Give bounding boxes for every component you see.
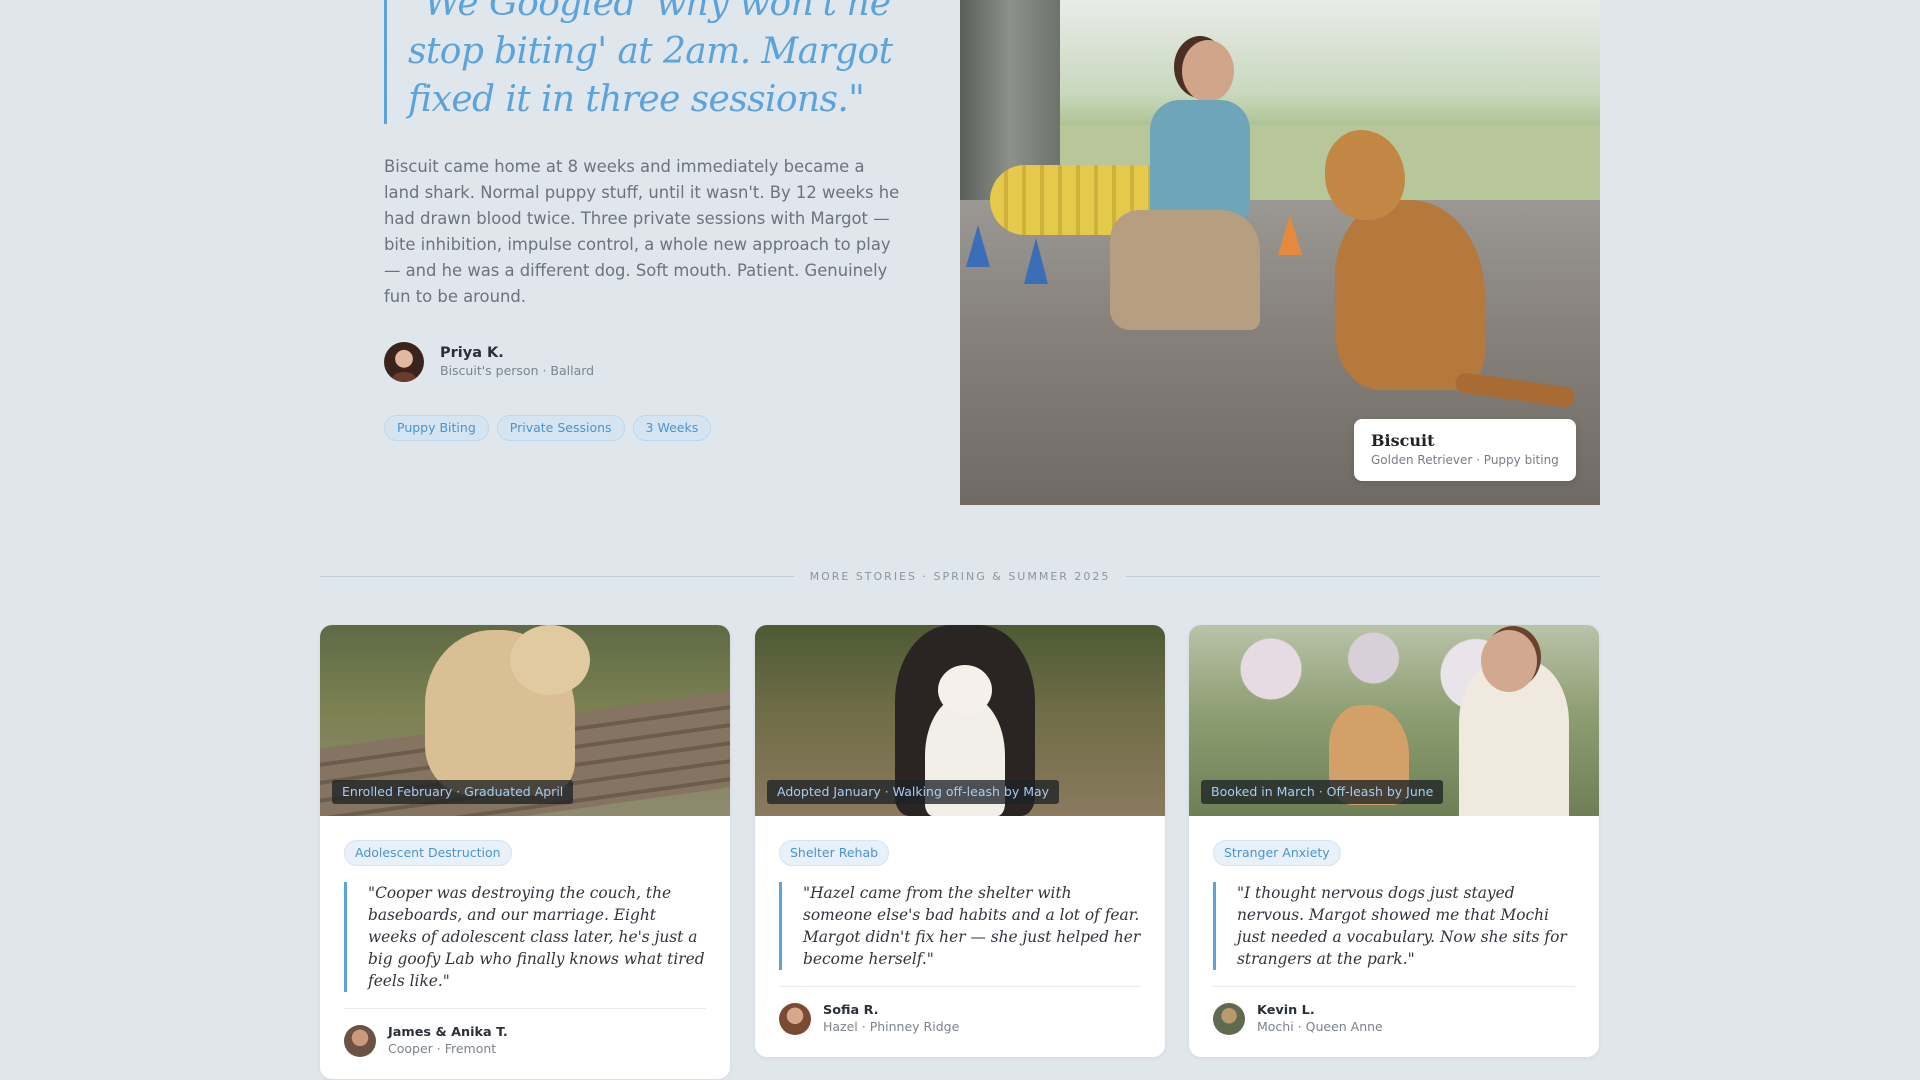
card-author-subtitle: Cooper · Fremont	[388, 1041, 497, 1056]
avatar	[779, 1003, 811, 1035]
featured-author-meta: Priya K. Biscuit's person · Ballard	[440, 344, 594, 380]
section-divider: MORE STORIES · SPRING & SUMMER 2025	[320, 568, 1600, 584]
labrador-head	[510, 625, 590, 695]
divider-line	[320, 575, 794, 577]
card-author-meta: Kevin L. Mochi · Queen Anne	[1257, 1003, 1383, 1035]
trainer-figure	[1110, 40, 1280, 370]
card-author: Sofia R. Hazel · Phinney Ridge	[779, 1003, 1141, 1035]
trainer-shirt	[1150, 100, 1250, 220]
tag-private-sessions[interactable]: Private Sessions	[496, 415, 625, 441]
featured-story-body: Biscuit came home at 8 weeks and immedia…	[384, 157, 900, 306]
card-content: Adolescent Destruction "Cooper was destr…	[320, 816, 730, 1079]
card-author-subtitle: Hazel · Phinney Ridge	[823, 1019, 960, 1034]
featured-author: Priya K. Biscuit's person · Ballard	[384, 342, 594, 382]
golden-retriever-figure	[1315, 130, 1576, 409]
trainer-head	[1182, 40, 1234, 102]
tag-3-weeks[interactable]: 3 Weeks	[632, 415, 712, 441]
avatar	[344, 1025, 376, 1057]
card-timeline-badge: Booked in March · Off-leash by June	[1201, 780, 1444, 804]
card-content: Stranger Anxiety "I thought nervous dogs…	[1189, 816, 1599, 1057]
card-author-meta: James & Anika T. Cooper · Fremont	[388, 1025, 508, 1057]
card-timeline-badge: Adopted January · Walking off-leash by M…	[767, 780, 1060, 804]
divider-line	[1126, 575, 1600, 577]
card-tag[interactable]: Adolescent Destruction	[344, 840, 512, 866]
card-quote: "Hazel came from the shelter with someon…	[779, 882, 1141, 970]
photo-caption-subtitle: Golden Retriever · Puppy biting	[1371, 453, 1559, 467]
avatar	[1213, 1003, 1245, 1035]
featured-author-subtitle: Biscuit's person · Ballard	[440, 363, 595, 378]
featured-author-name: Priya K.	[440, 345, 504, 361]
card-timeline-badge: Enrolled February · Graduated April	[332, 780, 574, 804]
cone-icon	[1278, 215, 1302, 255]
dog-body	[1335, 200, 1485, 390]
story-card-mochi[interactable]: Booked in March · Off-leash by June Stra…	[1189, 625, 1599, 1057]
card-content: Shelter Rehab "Hazel came from the shelt…	[755, 816, 1165, 1057]
cone-icon	[966, 225, 990, 267]
card-quote: "Cooper was destroying the couch, the ba…	[344, 882, 706, 992]
featured-quote: "We Googled 'why won't he stop biting' a…	[384, 0, 904, 124]
section-label: MORE STORIES · SPRING & SUMMER 2025	[809, 569, 1111, 583]
card-author-name: James & Anika T.	[388, 1025, 508, 1040]
photo-caption-card: Biscuit Golden Retriever · Puppy biting	[1354, 419, 1576, 481]
card-tag[interactable]: Shelter Rehab	[779, 840, 890, 866]
story-card-cooper[interactable]: Enrolled February · Graduated April Adol…	[320, 625, 730, 1079]
trainer-pants	[1110, 210, 1260, 330]
story-card-hazel[interactable]: Adopted January · Walking off-leash by M…	[755, 625, 1165, 1057]
card-divider	[1213, 986, 1575, 987]
card-photo: Adopted January · Walking off-leash by M…	[755, 625, 1165, 816]
card-author: James & Anika T. Cooper · Fremont	[344, 1025, 706, 1057]
card-photo: Booked in March · Off-leash by June	[1189, 625, 1599, 816]
dog-head	[1325, 130, 1405, 220]
card-author-name: Kevin L.	[1257, 1003, 1315, 1018]
cone-icon	[1024, 238, 1048, 284]
card-author-name: Sofia R.	[823, 1003, 879, 1018]
dog-muzzle	[938, 665, 992, 715]
card-tag[interactable]: Stranger Anxiety	[1213, 840, 1341, 866]
avatar	[384, 342, 424, 382]
card-divider	[779, 986, 1141, 987]
card-photo: Enrolled February · Graduated April	[320, 625, 730, 816]
card-author: Kevin L. Mochi · Queen Anne	[1213, 1003, 1575, 1035]
card-quote: "I thought nervous dogs just stayed nerv…	[1213, 882, 1575, 970]
photo-caption-title: Biscuit	[1371, 431, 1435, 450]
card-author-subtitle: Mochi · Queen Anne	[1257, 1019, 1383, 1034]
tag-puppy-biting[interactable]: Puppy Biting	[384, 415, 489, 441]
card-divider	[344, 1008, 706, 1009]
card-author-meta: Sofia R. Hazel · Phinney Ridge	[823, 1003, 959, 1035]
featured-quote-text: "We Googled 'why won't he stop biting' a…	[408, 0, 893, 120]
featured-tags: Puppy Biting Private Sessions 3 Weeks	[384, 415, 712, 441]
owner-head	[1481, 630, 1537, 692]
